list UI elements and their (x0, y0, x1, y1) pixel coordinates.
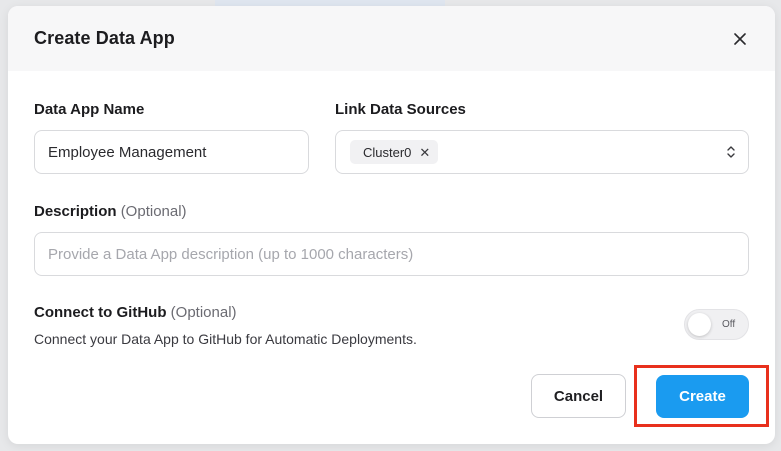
data-sources-select[interactable]: Cluster0 ✕ (335, 130, 749, 174)
chip-label: Cluster0 (363, 144, 412, 160)
toggle-knob (688, 313, 711, 336)
toggle-state-label: Off (722, 319, 736, 330)
chip-remove-icon[interactable]: ✕ (419, 146, 430, 159)
cancel-button[interactable]: Cancel (531, 374, 626, 418)
dialog-title: Create Data App (34, 28, 175, 48)
data-sources-label: Link Data Sources (335, 101, 466, 118)
github-label: Connect to GitHub (Optional) (34, 304, 237, 321)
description-input[interactable] (34, 232, 749, 276)
create-button-highlight (634, 365, 769, 427)
app-name-input[interactable] (34, 130, 309, 174)
github-optional-text: (Optional) (170, 304, 237, 321)
dialog-header: Create Data App (8, 6, 775, 71)
description-optional-text: (Optional) (120, 203, 187, 220)
data-source-chip: Cluster0 ✕ (350, 140, 439, 164)
description-label: Description (Optional) (34, 203, 187, 220)
description-label-text: Description (34, 203, 117, 220)
chevron-up-down-icon (726, 145, 736, 164)
github-toggle[interactable]: Off (684, 309, 749, 340)
github-description: Connect your Data App to GitHub for Auto… (34, 331, 417, 347)
app-name-label: Data App Name (34, 101, 145, 118)
github-label-text: Connect to GitHub (34, 304, 167, 321)
close-icon[interactable] (731, 30, 749, 48)
